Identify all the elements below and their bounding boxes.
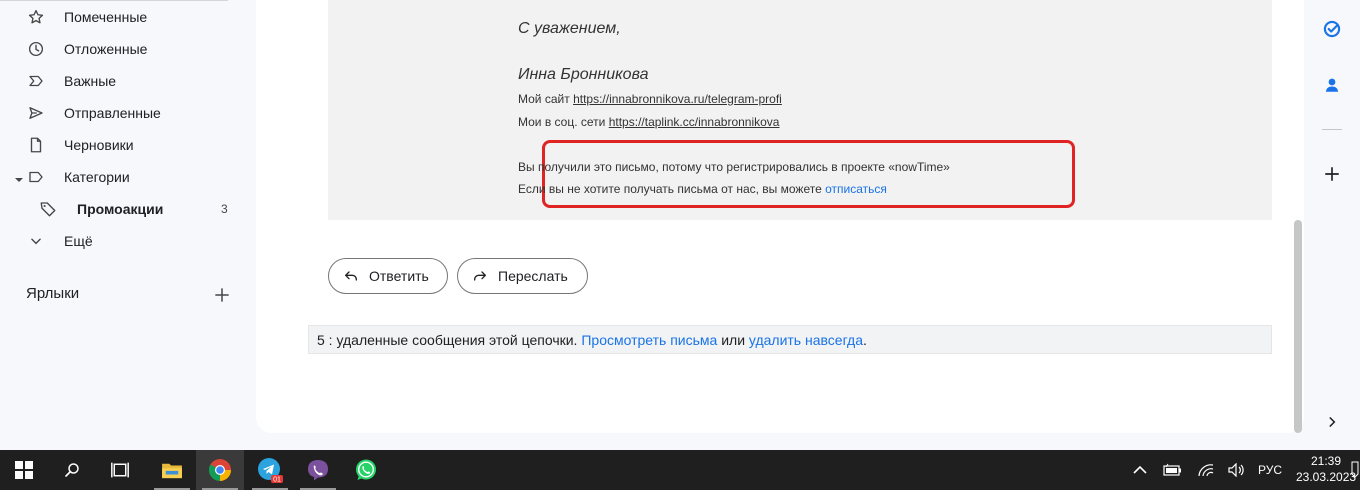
notice-line-2: Если вы не хотите получать письма от нас… [518, 182, 887, 196]
delete-forever-link[interactable]: удалить навсегда [749, 332, 863, 348]
clock-date: 23.03.2023 [1296, 470, 1357, 484]
reply-icon [343, 267, 361, 285]
contacts-icon[interactable] [1320, 73, 1344, 97]
deleted-notice: 5 : удаленные сообщения этой цепочки. Пр… [317, 332, 867, 348]
side-panel [1304, 0, 1360, 450]
deleted-period: . [863, 332, 867, 348]
social-label: Мои в соц. сети [518, 115, 606, 129]
sign-off: С уважением, [518, 20, 621, 37]
telegram-badge: 01 [273, 477, 281, 484]
search-icon[interactable] [48, 450, 96, 490]
sidebar-item-promotions[interactable]: Промоакции 3 [0, 193, 240, 225]
sidebar-item-starred[interactable]: Помеченные [0, 1, 240, 33]
expand-panel-icon[interactable] [1320, 410, 1344, 434]
add-addon-icon[interactable] [1320, 162, 1344, 186]
forward-label: Переслать [498, 268, 568, 284]
social-line: Мои в соц. сети https://taplink.cc/innab… [518, 115, 779, 129]
whatsapp-icon[interactable] [342, 450, 390, 490]
label-icon [26, 167, 46, 187]
sidebar-item-categories[interactable]: Категории [0, 161, 240, 193]
sidebar-item-snoozed[interactable]: Отложенные [0, 33, 240, 65]
deleted-messages-bar: 5 : удаленные сообщения этой цепочки. Пр… [308, 325, 1272, 354]
left-sidebar: Помеченные Отложенные Важные Отправленны… [0, 0, 256, 450]
windows-start-icon[interactable] [0, 450, 48, 490]
gmail-window: Помеченные Отложенные Важные Отправленны… [0, 0, 1360, 490]
tag-icon [38, 199, 58, 219]
view-messages-link[interactable]: Просмотреть письма [581, 332, 717, 348]
viber-icon[interactable] [294, 450, 342, 490]
file-explorer-icon[interactable] [148, 450, 196, 490]
task-view-icon[interactable] [96, 450, 144, 490]
chrome-icon[interactable] [196, 450, 244, 490]
rail-divider [1322, 129, 1342, 130]
sidebar-item-label: Категории [64, 169, 130, 185]
caret-down-icon[interactable] [14, 172, 24, 188]
clock[interactable]: 21:39 23.03.2023 [1296, 453, 1356, 485]
deleted-prefix: 5 : удаленные сообщения этой цепочки. [317, 332, 578, 348]
labels-heading: Ярлыки [26, 285, 80, 302]
sidebar-item-important[interactable]: Важные [0, 65, 240, 97]
author-name: Инна Бронникова [518, 66, 649, 83]
sidebar-item-label: Ещё [64, 233, 93, 249]
important-icon [26, 71, 46, 91]
unread-count: 3 [221, 202, 228, 216]
add-label-icon[interactable] [212, 285, 232, 305]
sidebar-item-more[interactable]: Ещё [0, 225, 240, 257]
draft-icon [26, 135, 46, 155]
show-hidden-icons-icon[interactable] [1128, 450, 1152, 490]
sidebar-item-label: Отправленные [64, 105, 161, 121]
tasks-icon[interactable] [1320, 17, 1344, 41]
telegram-icon[interactable]: 01 [246, 450, 294, 490]
sidebar-item-label: Промоакции [77, 201, 164, 217]
site-label: Мой сайт [518, 92, 570, 106]
reply-label: Ответить [369, 268, 429, 284]
deleted-or: или [721, 332, 746, 348]
input-language[interactable]: РУС [1258, 463, 1282, 477]
clock-icon [26, 39, 46, 59]
message-view: С уважением, Инна Бронникова Мой сайт ht… [256, 0, 1304, 433]
send-icon [26, 103, 46, 123]
highlight-box [542, 140, 1075, 208]
notice-line-1: Вы получили это письмо, потому что регис… [518, 160, 950, 174]
sidebar-item-label: Отложенные [64, 41, 148, 57]
reply-button[interactable]: Ответить [328, 258, 448, 294]
notifications-icon[interactable] [1350, 450, 1360, 490]
social-link[interactable]: https://taplink.cc/innabronnikova [609, 115, 780, 129]
battery-icon[interactable] [1160, 450, 1186, 490]
chevron-down-icon [26, 231, 46, 251]
sidebar-item-drafts[interactable]: Черновики [0, 129, 240, 161]
scrollbar-thumb[interactable] [1294, 220, 1302, 433]
sidebar-item-label: Черновики [64, 137, 134, 153]
forward-icon [472, 267, 490, 285]
forward-button[interactable]: Переслать [457, 258, 588, 294]
unsubscribe-link[interactable]: отписаться [825, 182, 887, 196]
star-icon [26, 7, 46, 27]
clock-time: 21:39 [1310, 454, 1342, 468]
sidebar-item-label: Важные [64, 73, 117, 89]
taskbar: 01 РУС 21:39 23.03.2023 [0, 450, 1360, 490]
wifi-icon[interactable] [1194, 450, 1218, 490]
volume-icon[interactable] [1224, 450, 1250, 490]
site-link[interactable]: https://innabronnikova.ru/telegram-profi [573, 92, 782, 106]
site-line: Мой сайт https://innabronnikova.ru/teleg… [518, 92, 782, 106]
notice-prefix: Если вы не хотите получать письма от нас… [518, 182, 822, 196]
sidebar-item-label: Помеченные [64, 9, 148, 25]
sidebar-item-sent[interactable]: Отправленные [0, 97, 240, 129]
email-body: С уважением, Инна Бронникова Мой сайт ht… [328, 0, 1272, 220]
